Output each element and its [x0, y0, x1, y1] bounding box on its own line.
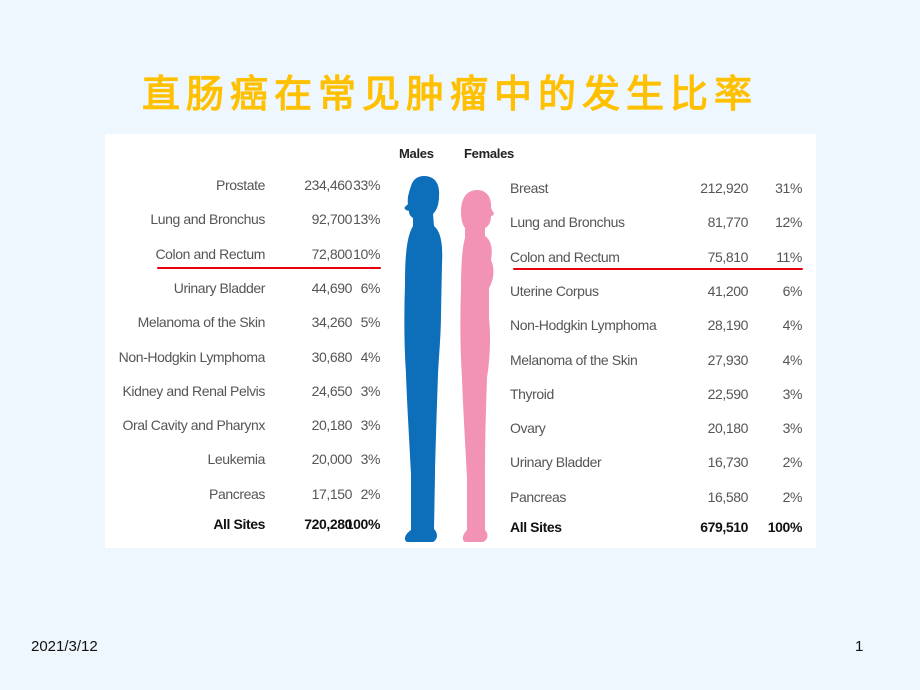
case-percent: 4%: [782, 351, 803, 368]
slide-title: 直肠癌在常见肿瘤中的发生比率: [141, 71, 758, 116]
case-count: 679,510: [700, 518, 748, 535]
case-count: 81,770: [707, 214, 749, 231]
female-table-row: Breast 212,920 31%: [105, 175, 816, 201]
cancer-statistics-figure: Males Females Prostate 234,460 33% Lung and…: [105, 134, 816, 548]
site-name: Melanoma of the Skin: [510, 351, 638, 368]
female-table-row: Urinary Bladder 16,730 2%: [105, 449, 816, 475]
female-highlight-underline: [513, 268, 803, 270]
female-table-row: Colon and Rectum 75,810 11%: [105, 244, 816, 270]
case-percent: 4%: [782, 317, 803, 334]
case-percent: 31%: [775, 180, 802, 196]
case-count: 16,730: [707, 454, 749, 471]
male-highlight-underline: [157, 267, 381, 269]
female-table-row: Melanoma of the Skin 27,930 4%: [105, 347, 816, 373]
female-table-row: Pancreas 16,580 2%: [105, 484, 816, 510]
case-percent: 2%: [782, 454, 803, 471]
female-table-row: Non-Hodgkin Lymphoma 28,190 4%: [105, 312, 816, 338]
site-name: Lung and Bronchus: [510, 214, 625, 231]
site-name: Pancreas: [510, 488, 566, 505]
female-table-row: Lung and Bronchus 81,770 12%: [105, 209, 816, 235]
site-name: Thyroid: [510, 385, 554, 402]
site-name: Uterine Corpus: [510, 282, 599, 299]
female-total-row: All Sites 679,510 100%: [105, 514, 816, 540]
case-percent: 12%: [775, 214, 802, 231]
site-name: Colon and Rectum: [510, 248, 620, 265]
case-count: 41,200: [707, 282, 749, 299]
site-name: Breast: [510, 180, 549, 196]
footer-date: 2021/3/12: [31, 638, 98, 655]
female-table-row: Uterine Corpus 41,200 6%: [105, 278, 816, 304]
site-name: Urinary Bladder: [510, 454, 602, 471]
case-percent: 3%: [782, 385, 803, 402]
page-number: 1: [855, 638, 864, 655]
females-header: Females: [464, 146, 514, 161]
case-percent: 3%: [782, 420, 803, 437]
case-percent: 2%: [782, 488, 803, 505]
female-table-row: Thyroid 22,590 3%: [105, 381, 816, 407]
case-count: 22,590: [707, 385, 749, 402]
case-count: 28,190: [707, 317, 749, 334]
males-header: Males: [399, 146, 434, 161]
case-count: 16,580: [707, 488, 749, 505]
case-count: 75,810: [707, 248, 749, 265]
case-count: 212,920: [700, 180, 748, 196]
case-percent: 6%: [782, 282, 803, 299]
case-percent: 100%: [767, 518, 803, 535]
site-name: Ovary: [510, 420, 546, 437]
case-count: 27,930: [707, 351, 749, 368]
case-count: 20,180: [707, 420, 749, 437]
site-name: All Sites: [510, 518, 562, 535]
female-table-row: Ovary 20,180 3%: [105, 415, 816, 441]
site-name: Non-Hodgkin Lymphoma: [510, 317, 657, 334]
case-percent: 11%: [776, 248, 802, 265]
